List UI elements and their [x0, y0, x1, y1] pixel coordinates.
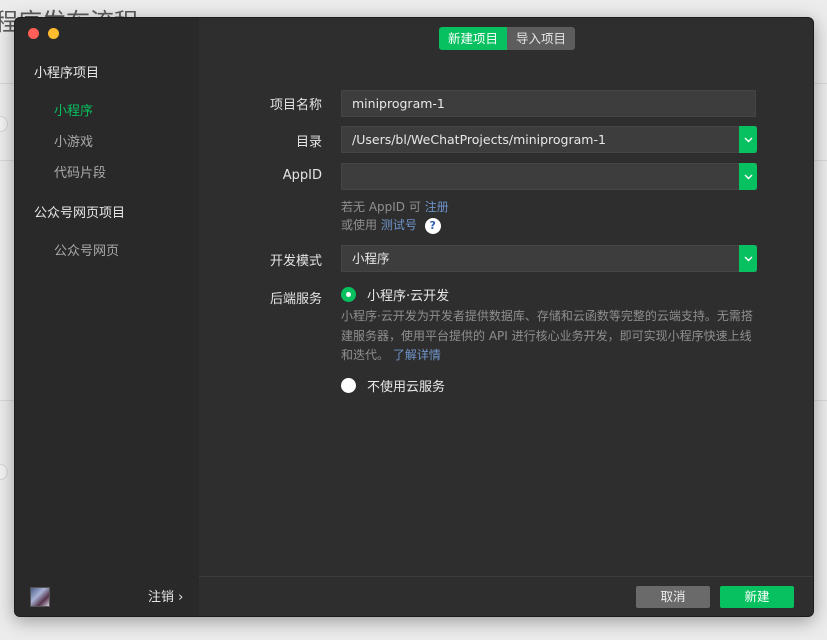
- help-icon[interactable]: ?: [424, 217, 441, 234]
- appid-hint-text: 若无 AppID 可: [341, 200, 421, 214]
- directory-select[interactable]: /Users/bl/WeChatProjects/miniprogram-1: [341, 126, 757, 153]
- main-panel: 新建项目 导入项目 项目名称 miniprogram-1 目录 /Users/b…: [199, 18, 813, 616]
- tab-import-project[interactable]: 导入项目: [507, 27, 576, 50]
- backend-label: 后端服务: [269, 292, 322, 307]
- chevron-down-icon[interactable]: [739, 245, 757, 272]
- radio-option-cloud[interactable]: 小程序·云开发: [341, 285, 449, 304]
- learn-more-link[interactable]: 了解详情: [393, 348, 441, 362]
- appid-label: AppID: [282, 168, 322, 183]
- chevron-down-icon[interactable]: [739, 163, 757, 190]
- dev-mode-select[interactable]: 小程序: [341, 245, 757, 272]
- logout-button[interactable]: 注销 ›: [148, 586, 183, 605]
- dev-mode-label: 开发模式: [269, 254, 322, 269]
- footer-divider: [199, 576, 813, 577]
- radio-checked-icon[interactable]: [341, 287, 356, 302]
- sidebar-item-official-account-webpage[interactable]: 公众号网页: [54, 240, 119, 259]
- test-account-link[interactable]: 测试号: [381, 218, 417, 232]
- directory-value: /Users/bl/WeChatProjects/miniprogram-1: [352, 132, 606, 147]
- register-link[interactable]: 注册: [425, 200, 449, 214]
- cloud-option-label: 小程序·云开发: [367, 289, 450, 304]
- background-radio-icon: [0, 116, 8, 132]
- close-window-icon[interactable]: [28, 28, 39, 39]
- appid-hint2-text: 或使用: [341, 218, 378, 232]
- sidebar-item-miniprogram[interactable]: 小程序: [54, 100, 93, 119]
- sidebar-item-minigame[interactable]: 小游戏: [54, 131, 93, 150]
- appid-select[interactable]: [341, 163, 757, 190]
- cloud-description: 小程序·云开发为开发者提供数据库、存储和云函数等完整的云端支持。无需搭建服务器，…: [341, 307, 761, 366]
- sidebar: 小程序项目 小程序 小游戏 代码片段 公众号网页项目 公众号网页 注销 ›: [15, 18, 199, 616]
- create-button[interactable]: 新建: [720, 586, 794, 608]
- tab-new-project[interactable]: 新建项目: [439, 27, 508, 50]
- sidebar-section-official-account: 公众号网页项目: [34, 206, 126, 221]
- project-name-input[interactable]: miniprogram-1: [341, 90, 756, 117]
- avatar[interactable]: [30, 587, 50, 607]
- sidebar-item-code-snippet[interactable]: 代码片段: [54, 162, 106, 181]
- appid-test-hint: 或使用 测试号 ?: [341, 216, 441, 234]
- new-project-dialog: 小程序项目 小程序 小游戏 代码片段 公众号网页项目 公众号网页 注销 › 新建…: [14, 17, 814, 617]
- project-name-label: 项目名称: [269, 98, 322, 113]
- project-type-tabs: 新建项目 导入项目: [439, 27, 576, 50]
- minimize-window-icon[interactable]: [48, 28, 59, 39]
- radio-option-no-cloud[interactable]: 不使用云服务: [341, 376, 445, 395]
- no-cloud-option-label: 不使用云服务: [367, 380, 446, 395]
- chevron-down-icon[interactable]: [739, 126, 757, 153]
- cancel-button[interactable]: 取消: [636, 586, 710, 608]
- directory-label: 目录: [295, 135, 322, 150]
- background-radio-icon: [0, 464, 8, 480]
- sidebar-section-miniprogram-projects: 小程序项目: [34, 66, 100, 81]
- appid-register-hint: 若无 AppID 可 注册: [341, 198, 449, 215]
- radio-unchecked-icon[interactable]: [341, 378, 356, 393]
- dev-mode-value: 小程序: [352, 251, 390, 266]
